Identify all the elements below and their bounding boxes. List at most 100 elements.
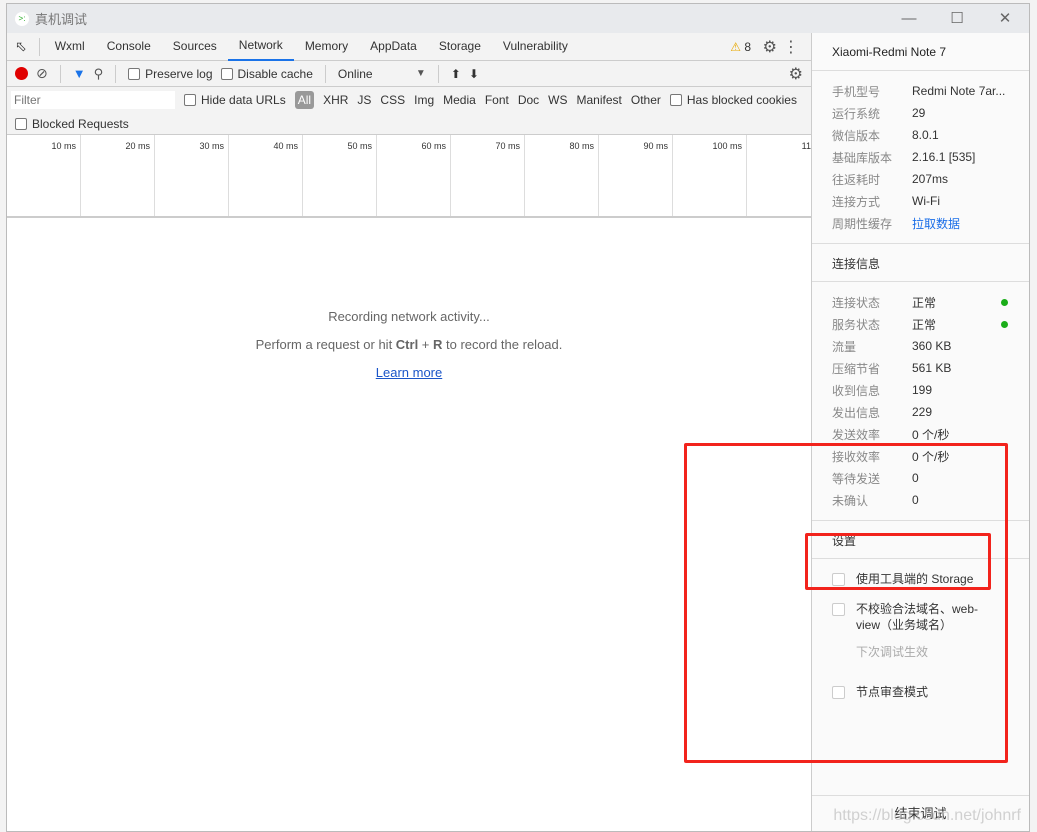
maximize-button[interactable]: ☐: [933, 4, 981, 33]
filter-type-xhr[interactable]: XHR: [323, 93, 348, 107]
tab-vulnerability[interactable]: Vulnerability: [492, 33, 579, 60]
timeline-tick: 50 ms: [303, 135, 377, 216]
tab-appdata[interactable]: AppData: [359, 33, 428, 60]
filter-type-media[interactable]: Media: [443, 93, 476, 107]
preserve-log-checkbox[interactable]: Preserve log: [128, 67, 213, 81]
row-value: 0 个/秒: [912, 427, 950, 442]
settings-gear-icon[interactable]: ⚙: [763, 37, 777, 57]
row-label: 微信版本: [832, 128, 881, 143]
row-value: 正常: [912, 317, 937, 332]
title-bar: >: 真机调试 — ☐ ✕: [7, 4, 1029, 33]
timeline-tick: 80 ms: [525, 135, 599, 216]
close-button[interactable]: ✕: [981, 4, 1029, 33]
filter-type-js[interactable]: JS: [357, 93, 371, 107]
row-label: 发送效率: [832, 427, 881, 442]
conn-row: 连接状态 正常: [812, 291, 1029, 313]
app-logo-icon: >:: [15, 11, 29, 26]
filter-icon[interactable]: ▼: [73, 66, 86, 81]
import-har-icon[interactable]: ⬆: [451, 67, 461, 81]
warnings-badge[interactable]: ⚠ 8: [730, 40, 751, 54]
filter-type-img[interactable]: Img: [414, 93, 434, 107]
timeline-tick: 30 ms: [155, 135, 229, 216]
tab-console[interactable]: Console: [96, 33, 162, 60]
row-label: 运行系统: [832, 106, 881, 121]
filter-type-manifest[interactable]: Manifest: [577, 93, 622, 107]
row-label: 往返耗时: [832, 172, 881, 187]
row-label: 收到信息: [832, 383, 881, 398]
tab-memory[interactable]: Memory: [294, 33, 359, 60]
conn-row: 发送效率 0 个/秒: [812, 423, 1029, 445]
row-label: 发出信息: [832, 405, 881, 420]
row-value: 207ms: [912, 172, 949, 186]
filter-type-css[interactable]: CSS: [380, 93, 405, 107]
tab-sources[interactable]: Sources: [162, 33, 228, 60]
warning-icon: ⚠: [730, 39, 741, 54]
filter-type-ws[interactable]: WS: [548, 93, 567, 107]
row-label: 周期性缓存: [832, 216, 893, 231]
clear-icon[interactable]: ⊘: [36, 65, 48, 82]
info-row: 往返耗时 207ms: [812, 168, 1029, 190]
tab-storage[interactable]: Storage: [428, 33, 492, 60]
row-value: 8.0.1: [912, 128, 939, 142]
row-value[interactable]: 拉取数据: [912, 215, 960, 232]
info-row: 基础库版本 2.16.1 [535]: [812, 146, 1029, 168]
filter-type-font[interactable]: Font: [485, 93, 509, 107]
export-har-icon[interactable]: ⬇: [469, 67, 479, 81]
conn-row: 流量 360 KB: [812, 335, 1029, 357]
window-title: 真机调试: [35, 12, 88, 27]
highlight-box: [684, 443, 1008, 763]
timeline-tick: 10 ms: [7, 135, 81, 216]
recording-text: Recording network activity...: [328, 309, 490, 324]
filter-type-all[interactable]: All: [294, 91, 315, 109]
row-label: 连接方式: [832, 194, 881, 209]
record-button[interactable]: [15, 67, 28, 80]
row-label: 压缩节省: [832, 361, 881, 376]
conn-row: 发出信息 229: [812, 401, 1029, 423]
row-label: 连接状态: [832, 295, 881, 310]
empty-state: Recording network activity... Perform a …: [7, 303, 811, 387]
conn-row: 收到信息 199: [812, 379, 1029, 401]
network-toolbar: ⊘ ▼ ⚲ Preserve log Disable cache Online …: [7, 61, 811, 87]
hide-data-urls-checkbox[interactable]: Hide data URLs: [184, 93, 286, 107]
filter-type-other[interactable]: Other: [631, 93, 661, 107]
row-value: 360 KB: [912, 339, 952, 353]
row-value: 29: [912, 106, 926, 120]
timeline-tick: 110: [747, 135, 821, 216]
tab-network[interactable]: Network: [227, 32, 294, 61]
timeline-tick: 90 ms: [599, 135, 673, 216]
network-settings-gear-icon[interactable]: ⚙: [789, 64, 803, 84]
highlight-box-storage: [805, 533, 991, 590]
row-value: 199: [912, 383, 933, 397]
timeline-tick: 20 ms: [81, 135, 155, 216]
connection-title: 连接信息: [812, 244, 1029, 282]
filter-input[interactable]: [11, 91, 175, 109]
search-icon[interactable]: ⚲: [94, 66, 104, 82]
timeline-tick: 70 ms: [451, 135, 525, 216]
tab-wxml[interactable]: Wxml: [44, 33, 96, 60]
blocked-requests-checkbox[interactable]: Blocked Requests: [15, 117, 129, 131]
minimize-button[interactable]: —: [885, 4, 933, 33]
row-label: 流量: [832, 339, 857, 354]
row-value: 正常: [912, 295, 937, 310]
filter-bar: Hide data URLs All XHR JS CSS Img Media …: [7, 87, 811, 113]
tab-bar: ⬁ Wxml Console Sources Network Memory Ap…: [7, 33, 811, 61]
conn-row: 服务状态 正常: [812, 313, 1029, 335]
row-value: Redmi Note 7ar...: [912, 84, 1006, 98]
more-menu-icon[interactable]: ⋮: [783, 37, 799, 57]
info-row: 微信版本 8.0.1: [812, 124, 1029, 146]
learn-more-link[interactable]: Learn more: [376, 365, 442, 380]
timeline-tick: 60 ms: [377, 135, 451, 216]
inspect-element-icon[interactable]: ⬁: [7, 38, 35, 55]
row-value: 561 KB: [912, 361, 952, 375]
watermark: https://blog.csdn.net/johnrf: [833, 807, 1021, 824]
chevron-down-icon[interactable]: ▼: [416, 68, 426, 79]
timeline-overview[interactable]: 10 ms 20 ms 30 ms 40 ms 50 ms 60 ms 70 ms 80 ms…: [7, 135, 821, 218]
filter-type-doc[interactable]: Doc: [518, 93, 539, 107]
reload-hint: Perform a request or hit Ctrl + R to rec…: [255, 337, 563, 352]
throttle-select[interactable]: Online: [338, 67, 408, 81]
device-name: Xiaomi-Redmi Note 7: [812, 33, 1029, 71]
row-value: 2.16.1 [535]: [912, 150, 976, 164]
has-blocked-cookies-checkbox[interactable]: Has blocked cookies: [669, 93, 797, 107]
disable-cache-checkbox[interactable]: Disable cache: [220, 67, 313, 81]
timeline-tick: 100 ms: [673, 135, 747, 216]
